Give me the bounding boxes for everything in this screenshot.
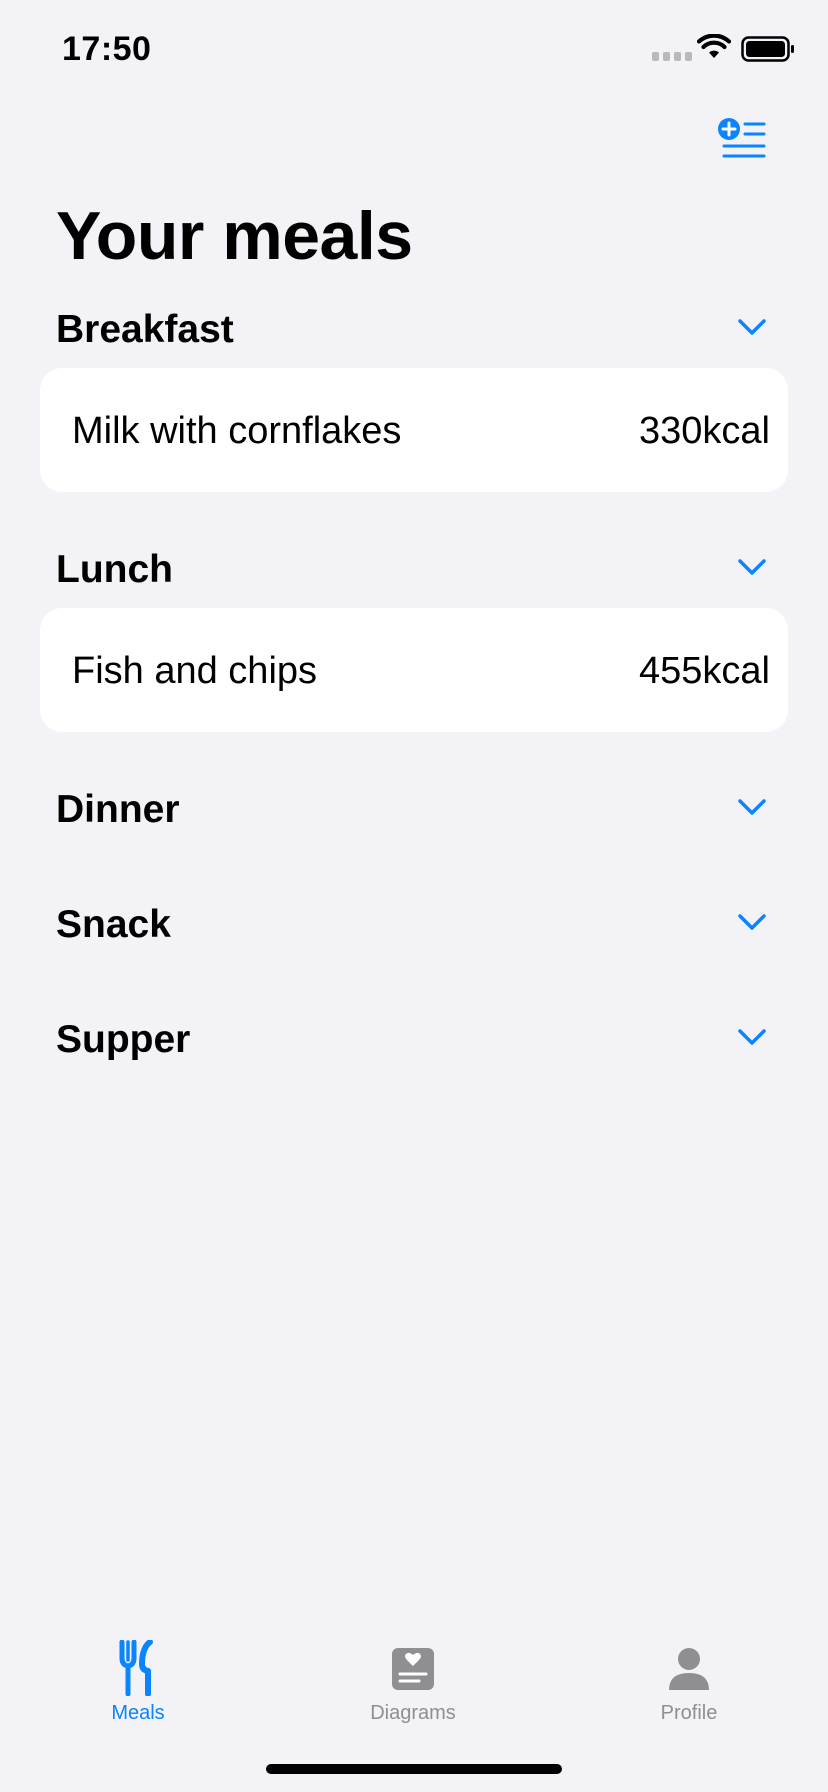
status-time: 17:50 [62,30,152,68]
chevron-down-icon [738,914,766,930]
meal-calories: 455kcal [639,650,770,692]
wifi-icon [697,34,731,58]
heart-chart-icon [392,1648,434,1690]
tab-label: Profile [660,1702,718,1724]
chevron-down-icon [738,799,766,815]
person-icon [669,1648,709,1690]
section-title: Supper [56,1018,191,1061]
tab-label: Diagrams [370,1702,456,1724]
tab-diagrams[interactable]: Diagrams [343,1640,483,1750]
tab-label: Meals [111,1702,165,1724]
meal-name: Milk with cornflakes [72,410,402,452]
tab-meals[interactable]: Meals [68,1640,208,1750]
chevron-down-icon [738,559,766,575]
battery-icon [741,36,794,62]
add-meal-button[interactable] [716,116,768,168]
section-title: Lunch [56,548,173,591]
section-header-dinner[interactable]: Dinner [56,778,768,838]
fork-knife-icon [119,1640,153,1696]
section-header-snack[interactable]: Snack [56,893,768,953]
chevron-down-icon [738,1029,766,1045]
meal-name: Fish and chips [72,650,318,692]
cellular-signal-icon [652,52,692,61]
tab-profile[interactable]: Profile [619,1640,759,1750]
section-title: Dinner [56,788,180,831]
meal-item-card[interactable]: Milk with cornflakes 330kcal [40,368,788,492]
home-indicator[interactable] [266,1764,562,1774]
add-list-icon [718,118,766,158]
status-bar: 17:50 [0,0,828,100]
section-header-lunch[interactable]: Lunch [56,538,768,598]
page-title: Your meals [56,198,413,274]
section-title: Snack [56,903,171,946]
section-header-breakfast[interactable]: Breakfast [56,298,768,358]
section-title: Breakfast [56,308,234,351]
meal-item-card[interactable]: Fish and chips 455kcal [40,608,788,732]
meal-calories: 330kcal [639,410,770,452]
chevron-down-icon [738,319,766,335]
section-header-supper[interactable]: Supper [56,1008,768,1068]
